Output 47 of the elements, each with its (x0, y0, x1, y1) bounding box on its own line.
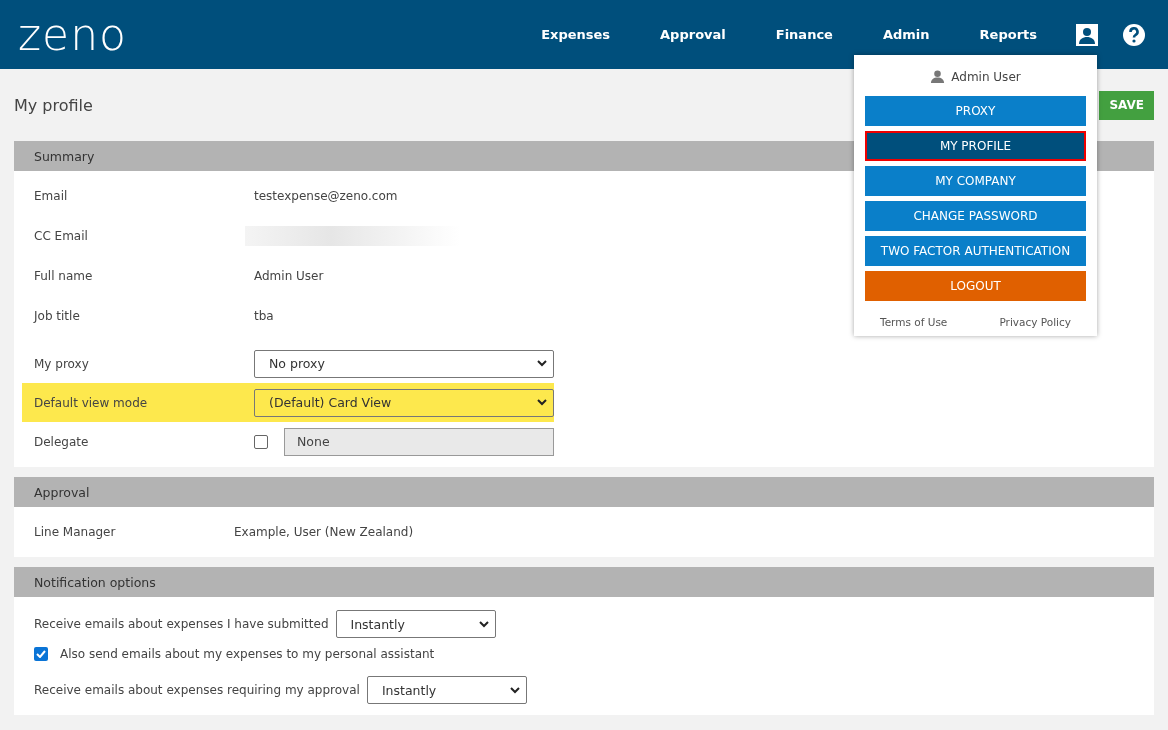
user-name: Admin User (951, 69, 1021, 84)
select-field[interactable]: Instantly (366, 676, 527, 704)
menu-item[interactable]: CHANGE PASSWORD (865, 201, 1086, 231)
logo: zeno (18, 12, 127, 57)
field-label: Default view mode (34, 395, 149, 410)
checkbox[interactable] (254, 434, 268, 449)
chevron-down-icon (537, 399, 547, 406)
field-label: Receive emails about expenses I have submitted (34, 617, 329, 631)
select-field[interactable]: Instantly (335, 610, 496, 638)
nav-link[interactable]: Approval (660, 27, 726, 42)
footer-link[interactable]: Privacy Policy (999, 316, 1071, 328)
field-label: Line Manager (34, 525, 117, 539)
field-value: testexpense@zeno.com (254, 189, 398, 203)
nav-link[interactable]: Reports (979, 27, 1037, 42)
person-icon (930, 69, 946, 84)
field-value: Example, User (New Zealand) (234, 525, 414, 539)
chevron-down-icon (537, 360, 547, 367)
section-header: Notification options (14, 567, 1154, 597)
field-label: My proxy (34, 356, 90, 371)
field-label: CC Email (34, 229, 89, 243)
select-field[interactable]: No proxy (254, 349, 554, 378)
field-value: tba (254, 309, 274, 323)
chevron-down-icon (509, 686, 520, 694)
nav-link[interactable]: Finance (775, 27, 833, 42)
field-label: Email (34, 189, 69, 203)
help-button[interactable] (1122, 22, 1146, 47)
menu-item[interactable]: MY PROFILE (865, 131, 1086, 161)
nav-link[interactable]: Expenses (541, 27, 611, 42)
chevron-down-icon (478, 620, 489, 628)
checkbox[interactable] (34, 647, 48, 661)
menu-item[interactable]: LOGOUT (865, 271, 1086, 301)
field-value: Admin User (254, 269, 324, 283)
footer-link[interactable]: Terms of Use (880, 316, 948, 328)
select-field[interactable]: (Default) Card View (254, 388, 554, 417)
section-header: Approval (14, 477, 1154, 507)
field-label: Full name (34, 269, 94, 283)
field-label: Receive emails about expenses requiring my approval (34, 683, 360, 697)
checkmark-icon (36, 650, 46, 658)
menu-item[interactable]: MY COMPANY (865, 166, 1086, 196)
nav-link[interactable]: Admin (882, 27, 930, 42)
page-title: My profile (14, 95, 93, 115)
field-label: Delegate (34, 434, 90, 449)
checkbox-label: Also send emails about my expenses to my personal assistant (60, 647, 435, 661)
menu-item[interactable]: PROXY (865, 96, 1086, 126)
field-label: Job title (34, 309, 81, 323)
user-menu-button[interactable] (1076, 23, 1098, 46)
menu-item[interactable]: TWO FACTOR AUTHENTICATION (865, 236, 1086, 266)
